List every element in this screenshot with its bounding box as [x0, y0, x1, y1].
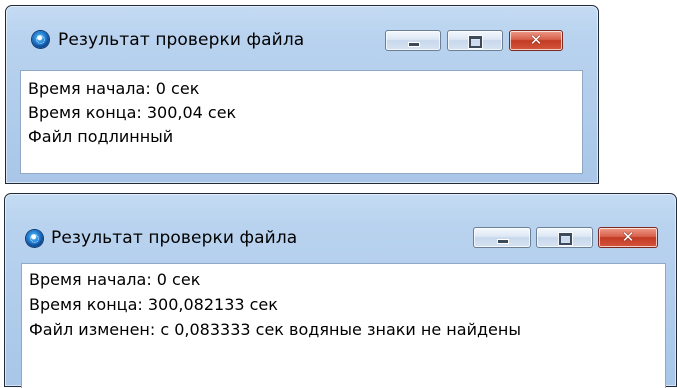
result-window-1: Результат проверки файла ✕ Время начала:… [5, 5, 599, 184]
message-area: Время начала: 0 сек Время конца: 300,04 … [20, 70, 583, 174]
result-window-2: Результат проверки файла ✕ Время начала:… [4, 193, 677, 388]
close-button[interactable]: ✕ [509, 30, 563, 51]
start-time-label: Время начала: 0 сек [28, 79, 200, 98]
maximize-icon [468, 35, 483, 49]
file-status-label: Файл подлинный [28, 127, 174, 146]
file-status-label: Файл изменен: с 0,083333 сек водяные зна… [29, 320, 521, 339]
close-icon: ✕ [529, 31, 543, 49]
maximize-icon [557, 232, 573, 246]
end-time-label: Время конца: 300,04 сек [28, 103, 237, 122]
app-globe-icon[interactable] [26, 230, 43, 247]
close-button[interactable]: ✕ [598, 227, 658, 248]
minimize-button[interactable] [473, 227, 531, 248]
end-time-label: Время конца: 300,082133 сек [29, 295, 278, 314]
minimize-button[interactable] [385, 30, 441, 51]
window-title: Результат проверки файла [51, 228, 298, 248]
maximize-button[interactable] [536, 227, 593, 248]
maximize-button[interactable] [447, 30, 503, 51]
window-title: Результат проверки файла [58, 30, 305, 50]
start-time-label: Время начала: 0 сек [29, 270, 201, 289]
close-icon: ✕ [621, 228, 635, 246]
message-area: Время начала: 0 сек Время конца: 300,082… [21, 263, 666, 388]
minimize-icon [408, 42, 420, 47]
app-globe-icon[interactable] [32, 31, 49, 48]
minimize-icon [497, 239, 509, 244]
